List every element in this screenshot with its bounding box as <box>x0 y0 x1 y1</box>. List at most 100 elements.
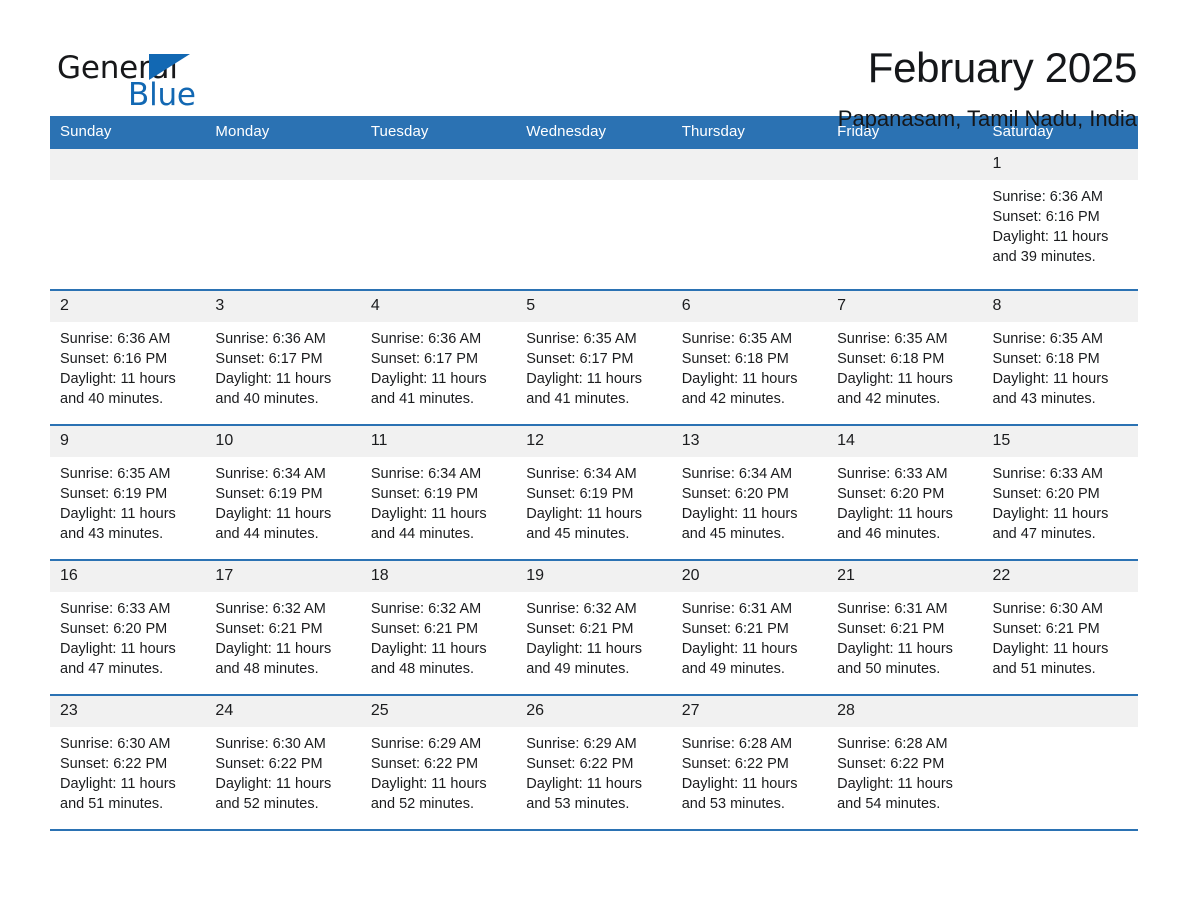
page-title: February 2025 <box>867 44 1138 91</box>
weekday-header-sunday: Sunday <box>50 116 206 148</box>
day-number: 28 <box>827 696 983 727</box>
day-details: Sunrise: 6:29 AM Sunset: 6:22 PM Daylight:… <box>516 727 671 814</box>
day-details: Sunrise: 6:28 AM Sunset: 6:22 PM Daylight:… <box>827 727 982 814</box>
calendar-day-cell[interactable]: 11 Sunrise: 6:34 AM Sunset: 6:19 PM Dayligh… <box>360 424 517 560</box>
day-number: 22 <box>982 561 1138 592</box>
calendar-day-cell[interactable] <box>516 147 672 290</box>
calendar-bottom-rule-cell <box>827 829 983 832</box>
day-number: 1 <box>982 149 1138 180</box>
calendar-day-cell[interactable]: 28 Sunrise: 6:28 AM Sunset: 6:22 PM Dayligh… <box>827 694 983 830</box>
calendar-day-cell[interactable]: 3 Sunrise: 6:36 AM Sunset: 6:17 PM Daylight… <box>205 289 361 425</box>
calendar-day-cell[interactable]: 15 Sunrise: 6:33 AM Sunset: 6:20 PM Dayligh… <box>982 424 1138 560</box>
calendar-day-cell[interactable]: 19 Sunrise: 6:32 AM Sunset: 6:21 PM Dayligh… <box>516 559 672 695</box>
day-number <box>982 696 1138 727</box>
calendar-day-empty <box>50 149 206 289</box>
calendar-day: 12 Sunrise: 6:34 AM Sunset: 6:19 PM Dayligh… <box>516 426 672 559</box>
day-number: 13 <box>671 426 828 457</box>
daylight-text: Daylight: 11 hours and 51 minutes. <box>992 641 1109 677</box>
sunrise-text: Sunrise: 6:28 AM <box>837 736 948 752</box>
sunset-text: Sunset: 6:21 PM <box>992 621 1100 637</box>
calendar-day: 28 Sunrise: 6:28 AM Sunset: 6:22 PM Dayligh… <box>827 696 983 829</box>
calendar-day: 22 Sunrise: 6:30 AM Sunset: 6:21 PM Dayligh… <box>982 561 1138 694</box>
sunrise-text: Sunrise: 6:34 AM <box>681 466 793 482</box>
day-number: 17 <box>205 561 361 592</box>
sunrise-text: Sunrise: 6:30 AM <box>215 736 326 752</box>
day-details: Sunrise: 6:33 AM Sunset: 6:20 PM Daylight:… <box>983 457 1138 544</box>
calendar-day-cell[interactable]: 14 Sunrise: 6:33 AM Sunset: 6:20 PM Dayligh… <box>827 424 983 560</box>
daylight-text: Daylight: 11 hours and 39 minutes. <box>992 229 1109 265</box>
day-number: 11 <box>360 426 517 457</box>
calendar-day-cell[interactable]: 6 Sunrise: 6:35 AM Sunset: 6:18 PM Daylight… <box>671 289 828 425</box>
daylight-text: Daylight: 11 hours and 51 minutes. <box>60 776 176 812</box>
sunset-text: Sunset: 6:20 PM <box>992 486 1100 502</box>
calendar-day-cell[interactable]: 5 Sunrise: 6:35 AM Sunset: 6:17 PM Daylight… <box>516 289 672 425</box>
calendar-day-cell[interactable] <box>50 147 206 290</box>
calendar-day: 6 Sunrise: 6:35 AM Sunset: 6:18 PM Daylight… <box>671 291 828 424</box>
calendar-day-cell[interactable]: 4 Sunrise: 6:36 AM Sunset: 6:17 PM Daylight… <box>360 289 517 425</box>
calendar-day-cell[interactable]: 13 Sunrise: 6:34 AM Sunset: 6:20 PM Dayligh… <box>671 424 828 560</box>
calendar-day-cell[interactable]: 18 Sunrise: 6:32 AM Sunset: 6:21 PM Dayligh… <box>360 559 517 695</box>
calendar-day-cell[interactable] <box>360 147 517 290</box>
calendar-day-cell[interactable]: 8 Sunrise: 6:35 AM Sunset: 6:18 PM Daylight… <box>982 289 1138 425</box>
sunrise-text: Sunrise: 6:34 AM <box>370 466 482 482</box>
weekday-header-monday: Monday <box>205 116 361 148</box>
day-details: Sunrise: 6:35 AM Sunset: 6:19 PM Daylight:… <box>50 457 205 544</box>
calendar-day-cell[interactable]: 27 Sunrise: 6:28 AM Sunset: 6:22 PM Dayligh… <box>671 694 828 830</box>
calendar-day-cell[interactable]: 17 Sunrise: 6:32 AM Sunset: 6:21 PM Dayligh… <box>205 559 361 695</box>
sunset-text: Sunset: 6:18 PM <box>681 351 789 367</box>
day-details: Sunrise: 6:34 AM Sunset: 6:19 PM Daylight:… <box>516 457 671 544</box>
sunset-text: Sunset: 6:22 PM <box>526 756 634 772</box>
sunrise-text: Sunrise: 6:33 AM <box>992 466 1103 482</box>
calendar-day-cell[interactable] <box>671 147 828 290</box>
calendar-day-cell[interactable]: 20 Sunrise: 6:31 AM Sunset: 6:21 PM Dayligh… <box>671 559 828 695</box>
sunrise-text: Sunrise: 6:34 AM <box>526 466 637 482</box>
calendar-day-cell[interactable]: 9 Sunrise: 6:35 AM Sunset: 6:19 PM Daylight… <box>50 424 206 560</box>
calendar-day-cell[interactable] <box>827 147 983 290</box>
calendar-day-empty <box>827 149 983 289</box>
sunrise-text: Sunrise: 6:36 AM <box>215 331 326 347</box>
sunrise-text: Sunrise: 6:36 AM <box>370 331 482 347</box>
calendar-day: 14 Sunrise: 6:33 AM Sunset: 6:20 PM Dayligh… <box>827 426 983 559</box>
sunset-text: Sunset: 6:19 PM <box>215 486 323 502</box>
sunset-text: Sunset: 6:17 PM <box>215 351 323 367</box>
calendar-week-row: 9 Sunrise: 6:35 AM Sunset: 6:19 PM Daylight… <box>50 424 1138 560</box>
day-details: Sunrise: 6:33 AM Sunset: 6:20 PM Daylight:… <box>827 457 982 544</box>
day-details: Sunrise: 6:28 AM Sunset: 6:22 PM Daylight:… <box>672 727 827 814</box>
sunset-text: Sunset: 6:21 PM <box>681 621 789 637</box>
calendar-day-cell[interactable] <box>205 147 361 290</box>
calendar-day-cell[interactable]: 25 Sunrise: 6:29 AM Sunset: 6:22 PM Dayligh… <box>360 694 517 830</box>
calendar-day-cell[interactable]: 26 Sunrise: 6:29 AM Sunset: 6:22 PM Dayligh… <box>516 694 672 830</box>
daylight-text: Daylight: 11 hours and 50 minutes. <box>837 641 953 677</box>
day-number: 16 <box>50 561 206 592</box>
calendar-day: 11 Sunrise: 6:34 AM Sunset: 6:19 PM Dayligh… <box>360 426 517 559</box>
calendar-day-cell[interactable]: 16 Sunrise: 6:33 AM Sunset: 6:20 PM Dayligh… <box>50 559 206 695</box>
sunset-text: Sunset: 6:22 PM <box>837 756 945 772</box>
calendar-day: 20 Sunrise: 6:31 AM Sunset: 6:21 PM Dayligh… <box>671 561 828 694</box>
day-number: 20 <box>671 561 828 592</box>
calendar-day-cell[interactable]: 1 Sunrise: 6:36 AM Sunset: 6:16 PM Daylight… <box>982 147 1138 290</box>
day-number <box>516 149 672 180</box>
day-details: Sunrise: 6:30 AM Sunset: 6:22 PM Daylight:… <box>205 727 360 814</box>
day-details: Sunrise: 6:35 AM Sunset: 6:18 PM Daylight:… <box>983 322 1138 409</box>
calendar-page: General Blue February 2025 Papanasam, Ta… <box>0 0 1188 918</box>
calendar-day-cell[interactable]: 2 Sunrise: 6:36 AM Sunset: 6:16 PM Daylight… <box>50 289 206 425</box>
sunrise-text: Sunrise: 6:35 AM <box>681 331 793 347</box>
calendar-day-cell[interactable]: 22 Sunrise: 6:30 AM Sunset: 6:21 PM Dayligh… <box>982 559 1138 695</box>
sunset-text: Sunset: 6:18 PM <box>992 351 1100 367</box>
calendar-day: 7 Sunrise: 6:35 AM Sunset: 6:18 PM Daylight… <box>827 291 983 424</box>
generalblue-logo[interactable]: General Blue <box>50 44 200 114</box>
calendar-day-cell[interactable]: 24 Sunrise: 6:30 AM Sunset: 6:22 PM Dayligh… <box>205 694 361 830</box>
calendar-day-empty <box>205 149 361 289</box>
calendar-day-cell[interactable]: 7 Sunrise: 6:35 AM Sunset: 6:18 PM Daylight… <box>827 289 983 425</box>
day-details: Sunrise: 6:34 AM Sunset: 6:19 PM Daylight:… <box>361 457 516 544</box>
calendar-day-cell[interactable]: 10 Sunrise: 6:34 AM Sunset: 6:19 PM Dayligh… <box>205 424 361 560</box>
calendar-day-cell[interactable]: 12 Sunrise: 6:34 AM Sunset: 6:19 PM Dayligh… <box>516 424 672 560</box>
calendar-day: 13 Sunrise: 6:34 AM Sunset: 6:20 PM Dayligh… <box>671 426 828 559</box>
calendar-day-cell[interactable] <box>982 694 1138 830</box>
day-details: Sunrise: 6:32 AM Sunset: 6:21 PM Daylight:… <box>516 592 671 679</box>
calendar-day-cell[interactable]: 23 Sunrise: 6:30 AM Sunset: 6:22 PM Dayligh… <box>50 694 206 830</box>
day-details: Sunrise: 6:35 AM Sunset: 6:18 PM Daylight:… <box>672 322 827 409</box>
calendar-day-cell[interactable]: 21 Sunrise: 6:31 AM Sunset: 6:21 PM Dayligh… <box>827 559 983 695</box>
calendar-day: 25 Sunrise: 6:29 AM Sunset: 6:22 PM Dayligh… <box>360 696 517 829</box>
calendar-bottom-rule-cell <box>516 829 672 832</box>
